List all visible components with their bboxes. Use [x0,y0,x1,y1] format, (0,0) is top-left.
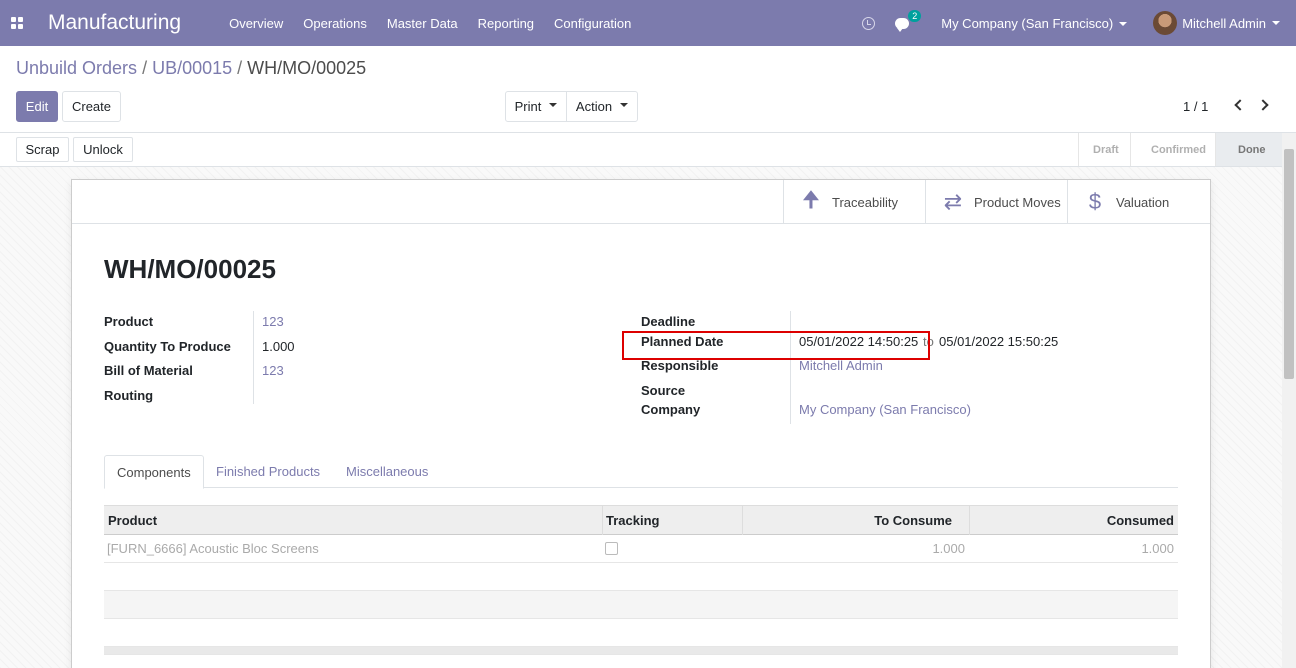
product-value[interactable]: 123 [262,314,284,329]
product-moves-button[interactable]: ⇄ Product Moves [925,180,1067,224]
traceability-label: Traceability [832,194,898,210]
notebook-tabs: Components Finished Products Miscellaneo… [104,455,1178,489]
caret-down-icon [549,102,558,107]
print-label: Print [514,99,542,114]
chevron-left-icon[interactable] [1234,99,1246,111]
menu-configuration[interactable]: Configuration [554,16,631,31]
menu-operations[interactable]: Operations [303,16,367,31]
activity-clock-icon[interactable] [862,16,876,30]
stage-done[interactable]: Done [1215,133,1282,166]
tab-miscellaneous[interactable]: Miscellaneous [334,455,440,488]
scrollbar-thumb[interactable] [1284,149,1294,379]
caret-down-icon [1119,22,1128,27]
column-tracking[interactable]: Tracking [606,506,659,535]
column-to-consume[interactable]: To Consume [874,506,952,535]
column-divider [969,506,970,535]
caret-down-icon [620,102,629,107]
edit-button[interactable]: Edit [16,91,58,122]
routing-label: Routing [104,388,154,403]
traceability-button[interactable]: 🠉 Traceability [783,180,925,224]
top-navbar: Manufacturing Overview Operations Master… [0,0,1296,46]
discuss-button[interactable]: 2 [895,9,922,32]
menu-master-data[interactable]: Master Data [387,16,458,31]
avatar [1153,11,1178,35]
smart-button-box: 🠉 Traceability ⇄ Product Moves $ Valuati… [72,180,1210,224]
stage-draft[interactable]: Draft [1078,133,1130,166]
user-name: Mitchell Admin [1182,15,1266,31]
status-bar: Scrap Unlock Draft Confirmed Done [0,132,1296,167]
menu-overview[interactable]: Overview [229,16,283,31]
tracking-checkbox [605,542,618,555]
unlock-button[interactable]: Unlock [73,137,133,162]
breadcrumb-unbuild-orders[interactable]: Unbuild Orders [16,58,137,78]
caret-down-icon [1272,21,1280,25]
breadcrumb-current: WH/MO/00025 [247,58,367,78]
deadline-label: Deadline [641,314,696,329]
table-row[interactable]: [FURN_6666] Acoustic Bloc Screens 1.000 … [104,535,1178,563]
company-switcher-label: My Company (San Francisco) [941,15,1114,31]
exchange-icon: ⇄ [943,189,963,214]
breadcrumb-unbuild-order[interactable]: UB/00015 [152,58,232,78]
app-title[interactable]: Manufacturing [48,11,181,35]
company-switcher[interactable]: My Company (San Francisco) [941,15,1128,31]
company-label: Company [641,402,701,417]
field-divider [253,311,254,404]
breadcrumb-separator: / [142,58,148,78]
column-divider [602,506,603,535]
table-footer [104,647,1178,655]
product-label: Product [104,314,154,329]
product-moves-label: Product Moves [974,194,1061,210]
pager-value[interactable]: 1 / 1 [1183,99,1208,114]
column-product[interactable]: Product [108,506,157,535]
planned-date-end: 05/01/2022 15:50:25 [939,334,1059,349]
components-table: Product Tracking To Consume Consumed [FU… [104,505,1178,655]
quantity-label: Quantity To Produce [104,339,231,354]
create-button[interactable]: Create [62,91,121,122]
valuation-label: Valuation [1116,194,1170,210]
column-consumed[interactable]: Consumed [1107,506,1174,535]
menu-reporting[interactable]: Reporting [478,16,534,31]
row-product: [FURN_6666] Acoustic Bloc Screens [107,541,319,556]
column-divider [742,506,743,535]
scrollbar[interactable] [1282,133,1296,668]
chat-count-badge: 2 [908,9,922,22]
print-dropdown[interactable]: Print [505,91,567,122]
tab-components[interactable]: Components [104,455,204,489]
action-dropdown[interactable]: Action [566,91,638,122]
arrow-up-icon: 🠉 [801,187,821,212]
breadcrumb-separator: / [237,58,243,78]
company-value[interactable]: My Company (San Francisco) [799,402,971,417]
form-sheet: 🠉 Traceability ⇄ Product Moves $ Valuati… [71,179,1211,668]
responsible-label: Responsible [641,358,719,373]
breadcrumb: Unbuild Orders / UB/00015/WH/MO/00025 [16,58,366,79]
valuation-button[interactable]: $ Valuation [1067,180,1210,224]
bom-label: Bill of Material [104,363,193,378]
dollar-icon: $ [1088,189,1102,214]
scrap-button[interactable]: Scrap [16,137,69,162]
empty-row [104,619,1178,647]
action-label: Action [575,99,613,114]
stage-confirmed[interactable]: Confirmed [1130,133,1215,166]
planned-date-highlight [622,331,930,360]
tab-finished-products[interactable]: Finished Products [204,455,332,488]
apps-menu-icon[interactable] [0,0,34,46]
table-header: Product Tracking To Consume Consumed [104,505,1178,535]
field-divider [790,311,791,424]
quantity-value: 1.000 [262,339,295,354]
record-title: WH/MO/00025 [104,254,276,284]
row-consumed: 1.000 [1141,541,1174,556]
responsible-value[interactable]: Mitchell Admin [799,358,883,373]
empty-row [104,563,1178,591]
chevron-right-icon[interactable] [1257,99,1269,111]
chat-icon [895,17,910,32]
empty-row [104,591,1178,619]
source-label: Source [641,383,686,398]
row-to-consume: 1.000 [932,541,965,556]
user-menu[interactable]: Mitchell Admin [1153,11,1280,35]
bom-value[interactable]: 123 [262,363,284,378]
